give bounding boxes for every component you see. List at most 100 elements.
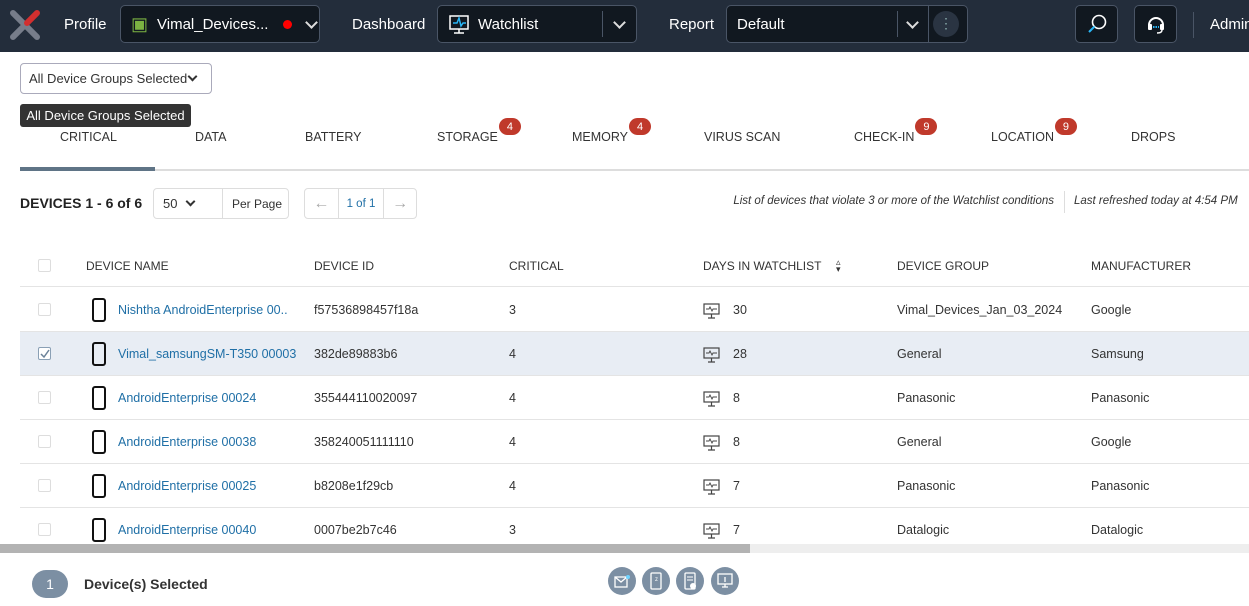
horizontal-scrollbar[interactable] <box>0 544 1249 553</box>
tab-critical[interactable]: CRITICAL <box>60 130 117 144</box>
last-refreshed: Last refreshed today at 4:54 PM <box>1074 195 1238 207</box>
chevron-down-icon <box>187 71 198 82</box>
chevron-down-icon <box>185 196 196 207</box>
column-header-device-id[interactable]: DEVICE ID <box>314 259 374 273</box>
device-id: f57536898457f18a <box>314 303 419 317</box>
device-report-button[interactable] <box>676 567 704 595</box>
column-header-manufacturer[interactable]: MANUFACTURER <box>1091 259 1191 273</box>
tab-location[interactable]: LOCATION 9 <box>991 118 1077 144</box>
page-indicator: 1 of 1 <box>346 197 376 210</box>
device-count: DEVICES 1 - 6 of 6 <box>20 195 143 211</box>
profile-label: Profile <box>64 16 107 33</box>
tab-drops[interactable]: DROPS <box>1131 130 1175 144</box>
phone-icon <box>92 518 106 542</box>
dashboard-select[interactable]: Watchlist <box>437 5 637 43</box>
days-in-watchlist: 7 <box>733 523 740 537</box>
per-page-select[interactable]: 50 Per Page <box>153 188 289 219</box>
days-in-watchlist: 8 <box>733 391 740 405</box>
device-group: Datalogic <box>897 523 950 537</box>
critical-count: 4 <box>509 347 516 361</box>
send-message-button[interactable] <box>608 567 636 595</box>
device-report-icon <box>684 572 696 590</box>
selected-count-badge: 1 <box>32 570 68 598</box>
table-row[interactable]: AndroidEnterprise 00038 358240051111110 … <box>20 420 1249 464</box>
selected-label: Device(s) Selected <box>84 576 208 592</box>
device-name-link[interactable]: AndroidEnterprise 00025 <box>118 479 256 493</box>
phone-icon <box>92 298 106 322</box>
dashboard-value: Watchlist <box>478 15 539 33</box>
tooltip: All Device Groups Selected <box>20 104 191 127</box>
report-select[interactable]: Default ⋮ <box>726 5 968 43</box>
device-name-link[interactable]: AndroidEnterprise 00038 <box>118 435 256 449</box>
more-options-icon[interactable]: ⋮ <box>933 11 959 37</box>
device-group: General <box>897 347 942 361</box>
column-header-device-group[interactable]: DEVICE GROUP <box>897 259 989 273</box>
row-checkbox[interactable] <box>38 391 51 404</box>
device-group: Panasonic <box>897 479 956 493</box>
app-logo-icon[interactable] <box>8 8 42 42</box>
table-row[interactable]: AndroidEnterprise 00024 355444110020097 … <box>20 376 1249 420</box>
table-row[interactable]: Vimal_samsungSM-T350 00003 382de89883b6 … <box>20 332 1249 376</box>
manufacturer: Datalogic <box>1091 523 1144 537</box>
scrollbar-thumb[interactable] <box>0 544 750 553</box>
tab-memory[interactable]: MEMORY 4 <box>572 118 652 144</box>
select-all-checkbox[interactable] <box>38 259 51 272</box>
row-checkbox[interactable] <box>38 303 51 316</box>
sleep-device-button[interactable]: z <box>642 567 670 595</box>
monitor-pulse-icon <box>449 15 469 34</box>
support-button[interactable] <box>1134 5 1177 43</box>
next-page-arrow-icon[interactable]: → <box>384 195 416 213</box>
tab-battery[interactable]: BATTERY <box>305 130 362 144</box>
device-group: Vimal_Devices_Jan_03_2024 <box>897 303 1063 317</box>
critical-count: 3 <box>509 303 516 317</box>
row-checkbox[interactable] <box>38 347 51 360</box>
phone-icon <box>92 386 106 410</box>
phone-icon <box>92 474 106 498</box>
monitor-pulse-icon <box>703 523 720 539</box>
tab-data[interactable]: DATA <box>195 130 226 144</box>
dashboard-label: Dashboard <box>352 16 426 33</box>
device-info-button[interactable] <box>711 567 739 595</box>
device-id: 358240051111110 <box>314 435 414 449</box>
profile-select[interactable]: ▣ Vimal_Devices... <box>120 5 320 43</box>
row-checkbox[interactable] <box>38 435 51 448</box>
sort-icon[interactable]: ▵ ▾ <box>836 258 841 274</box>
device-name-link[interactable]: Nishtha AndroidEnterprise 00.. <box>118 303 288 317</box>
headset-icon <box>1147 17 1164 34</box>
table-row[interactable]: Nishtha AndroidEnterprise 00.. f57536898… <box>20 288 1249 332</box>
chevron-down-icon <box>613 15 626 29</box>
device-group: General <box>897 435 942 449</box>
column-header-critical[interactable]: CRITICAL <box>509 259 564 273</box>
report-value: Default <box>737 15 785 33</box>
tab-check-in[interactable]: CHECK-IN 9 <box>854 118 938 144</box>
top-header: Profile ▣ Vimal_Devices... Dashboard Wat… <box>0 0 1249 52</box>
report-label: Report <box>669 16 715 33</box>
table-row[interactable]: AndroidEnterprise 00025 b8208e1f29cb 4 7… <box>20 464 1249 508</box>
tab-badge: 9 <box>915 118 938 135</box>
device-name-link[interactable]: AndroidEnterprise 00024 <box>118 391 256 405</box>
user-menu[interactable]: Admin <box>1210 16 1249 33</box>
column-header-days-in-watchlist[interactable]: DAYS IN WATCHLIST <box>703 259 821 273</box>
manufacturer: Google <box>1091 435 1132 449</box>
prev-page-arrow-icon[interactable]: ← <box>305 195 338 213</box>
manufacturer: Panasonic <box>1091 391 1150 405</box>
manufacturer: Google <box>1091 303 1132 317</box>
device-group-select[interactable]: All Device Groups Selected <box>20 63 212 94</box>
device-name-link[interactable]: AndroidEnterprise 00040 <box>118 523 256 537</box>
tab-badge: 4 <box>629 118 652 135</box>
column-header-device-name[interactable]: DEVICE NAME <box>86 259 169 273</box>
row-checkbox[interactable] <box>38 523 51 536</box>
monitor-pulse-icon <box>703 435 720 451</box>
manufacturer: Panasonic <box>1091 479 1150 493</box>
tab-storage[interactable]: STORAGE 4 <box>437 118 521 144</box>
row-checkbox[interactable] <box>38 479 51 492</box>
tab-virus-scan[interactable]: VIRUS SCAN <box>704 130 780 144</box>
device-id: 355444110020097 <box>314 391 418 405</box>
device-group: Panasonic <box>897 391 956 405</box>
search-button[interactable] <box>1075 5 1118 43</box>
chevron-down-icon <box>305 15 318 29</box>
device-name-link[interactable]: Vimal_samsungSM-T350 00003 <box>118 347 296 361</box>
device-id: b8208e1f29cb <box>314 479 394 493</box>
table-header <box>20 243 1249 287</box>
per-page-value: 50 <box>163 196 178 211</box>
